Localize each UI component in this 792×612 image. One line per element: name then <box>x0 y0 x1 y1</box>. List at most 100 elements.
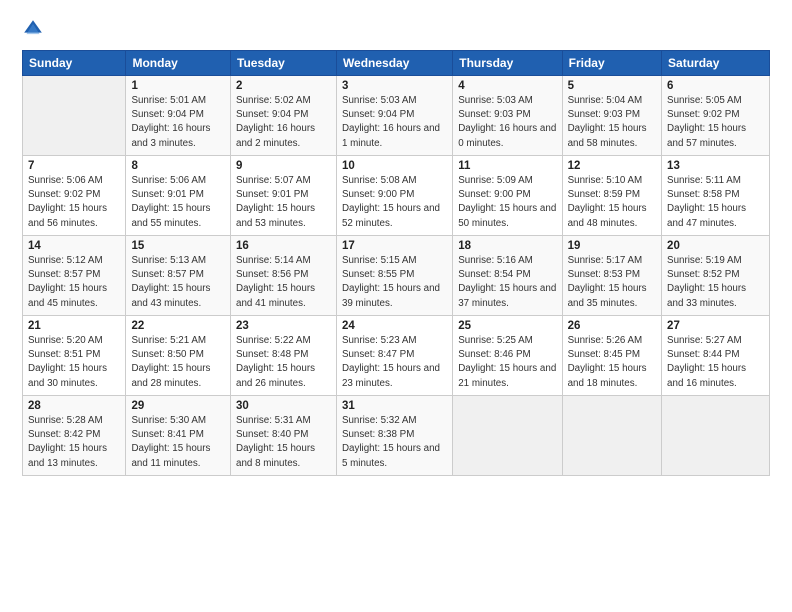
col-header-friday: Friday <box>562 51 661 76</box>
day-cell: 9Sunrise: 5:07 AMSunset: 9:01 PMDaylight… <box>231 156 337 236</box>
calendar-table: SundayMondayTuesdayWednesdayThursdayFrid… <box>22 50 770 476</box>
day-cell: 11 Sunrise: 5:09 AMSunset: 9:00 PMDayligh… <box>453 156 562 236</box>
col-header-saturday: Saturday <box>662 51 770 76</box>
day-cell: 5 Sunrise: 5:04 AMSunset: 9:03 PMDaylight… <box>562 76 661 156</box>
day-number: 1 <box>131 80 225 92</box>
day-number: 25 <box>458 320 556 332</box>
day-cell: 4 Sunrise: 5:03 AMSunset: 9:03 PMDaylight… <box>453 76 562 156</box>
day-cell: 17 Sunrise: 5:15 AMSunset: 8:55 PMDayligh… <box>336 236 452 316</box>
day-number: 10 <box>342 160 447 172</box>
day-cell: 19Sunrise: 5:17 AMSunset: 8:53 PMDayligh… <box>562 236 661 316</box>
calendar-header-row: SundayMondayTuesdayWednesdayThursdayFrid… <box>23 51 770 76</box>
day-detail: Sunrise: 5:16 AMSunset: 8:54 PMDaylight:… <box>458 254 556 311</box>
day-cell: 28 Sunrise: 5:28 AMSunset: 8:42 PMDayligh… <box>23 396 126 476</box>
day-cell: 27 Sunrise: 5:27 AMSunset: 8:44 PMDayligh… <box>662 316 770 396</box>
day-cell: 14 Sunrise: 5:12 AMSunset: 8:57 PMDayligh… <box>23 236 126 316</box>
day-cell <box>453 396 562 476</box>
week-row-2: 7Sunrise: 5:06 AMSunset: 9:02 PMDaylight… <box>23 156 770 236</box>
day-cell: 20 Sunrise: 5:19 AMSunset: 8:52 PMDayligh… <box>662 236 770 316</box>
day-detail: Sunrise: 5:02 AMSunset: 9:04 PMDaylight:… <box>236 94 331 151</box>
day-detail: Sunrise: 5:09 AMSunset: 9:00 PMDaylight:… <box>458 174 556 231</box>
day-number: 6 <box>667 80 764 92</box>
day-cell: 8Sunrise: 5:06 AMSunset: 9:01 PMDaylight… <box>126 156 231 236</box>
day-detail: Sunrise: 5:17 AMSunset: 8:53 PMDaylight:… <box>568 254 656 311</box>
day-detail: Sunrise: 5:32 AMSunset: 8:38 PMDaylight:… <box>342 414 447 471</box>
col-header-tuesday: Tuesday <box>231 51 337 76</box>
day-detail: Sunrise: 5:26 AMSunset: 8:45 PMDaylight:… <box>568 334 656 391</box>
day-cell: 25Sunrise: 5:25 AMSunset: 8:46 PMDayligh… <box>453 316 562 396</box>
day-cell: 10 Sunrise: 5:08 AMSunset: 9:00 PMDayligh… <box>336 156 452 236</box>
day-number: 4 <box>458 80 556 92</box>
day-cell: 3 Sunrise: 5:03 AMSunset: 9:04 PMDaylight… <box>336 76 452 156</box>
day-detail: Sunrise: 5:03 AMSunset: 9:03 PMDaylight:… <box>458 94 556 151</box>
day-number: 11 <box>458 160 556 172</box>
day-cell: 23 Sunrise: 5:22 AMSunset: 8:48 PMDayligh… <box>231 316 337 396</box>
header <box>22 18 770 40</box>
day-detail: Sunrise: 5:11 AMSunset: 8:58 PMDaylight:… <box>667 174 764 231</box>
day-detail: Sunrise: 5:07 AMSunset: 9:01 PMDaylight:… <box>236 174 331 231</box>
day-detail: Sunrise: 5:31 AMSunset: 8:40 PMDaylight:… <box>236 414 331 471</box>
day-number: 18 <box>458 240 556 252</box>
day-detail: Sunrise: 5:06 AMSunset: 9:02 PMDaylight:… <box>28 174 120 231</box>
day-cell: 7Sunrise: 5:06 AMSunset: 9:02 PMDaylight… <box>23 156 126 236</box>
day-number: 12 <box>568 160 656 172</box>
day-number: 17 <box>342 240 447 252</box>
week-row-5: 28 Sunrise: 5:28 AMSunset: 8:42 PMDayligh… <box>23 396 770 476</box>
day-number: 13 <box>667 160 764 172</box>
day-detail: Sunrise: 5:23 AMSunset: 8:47 PMDaylight:… <box>342 334 447 391</box>
day-detail: Sunrise: 5:19 AMSunset: 8:52 PMDaylight:… <box>667 254 764 311</box>
day-cell <box>23 76 126 156</box>
logo <box>22 18 48 40</box>
day-detail: Sunrise: 5:04 AMSunset: 9:03 PMDaylight:… <box>568 94 656 151</box>
day-number: 5 <box>568 80 656 92</box>
day-detail: Sunrise: 5:08 AMSunset: 9:00 PMDaylight:… <box>342 174 447 231</box>
logo-icon <box>22 18 44 40</box>
day-number: 20 <box>667 240 764 252</box>
day-number: 15 <box>131 240 225 252</box>
day-number: 24 <box>342 320 447 332</box>
day-number: 23 <box>236 320 331 332</box>
day-cell: 6Sunrise: 5:05 AMSunset: 9:02 PMDaylight… <box>662 76 770 156</box>
day-cell: 16 Sunrise: 5:14 AMSunset: 8:56 PMDayligh… <box>231 236 337 316</box>
day-number: 29 <box>131 400 225 412</box>
col-header-monday: Monday <box>126 51 231 76</box>
day-detail: Sunrise: 5:21 AMSunset: 8:50 PMDaylight:… <box>131 334 225 391</box>
day-detail: Sunrise: 5:12 AMSunset: 8:57 PMDaylight:… <box>28 254 120 311</box>
day-cell: 21 Sunrise: 5:20 AMSunset: 8:51 PMDayligh… <box>23 316 126 396</box>
day-cell: 15 Sunrise: 5:13 AMSunset: 8:57 PMDayligh… <box>126 236 231 316</box>
day-cell: 30Sunrise: 5:31 AMSunset: 8:40 PMDayligh… <box>231 396 337 476</box>
day-detail: Sunrise: 5:13 AMSunset: 8:57 PMDaylight:… <box>131 254 225 311</box>
day-detail: Sunrise: 5:03 AMSunset: 9:04 PMDaylight:… <box>342 94 447 151</box>
day-number: 2 <box>236 80 331 92</box>
week-row-3: 14 Sunrise: 5:12 AMSunset: 8:57 PMDayligh… <box>23 236 770 316</box>
day-cell: 12 Sunrise: 5:10 AMSunset: 8:59 PMDayligh… <box>562 156 661 236</box>
day-number: 3 <box>342 80 447 92</box>
day-number: 16 <box>236 240 331 252</box>
day-detail: Sunrise: 5:01 AMSunset: 9:04 PMDaylight:… <box>131 94 225 151</box>
week-row-4: 21 Sunrise: 5:20 AMSunset: 8:51 PMDayligh… <box>23 316 770 396</box>
col-header-wednesday: Wednesday <box>336 51 452 76</box>
day-number: 8 <box>131 160 225 172</box>
day-detail: Sunrise: 5:14 AMSunset: 8:56 PMDaylight:… <box>236 254 331 311</box>
day-detail: Sunrise: 5:22 AMSunset: 8:48 PMDaylight:… <box>236 334 331 391</box>
day-detail: Sunrise: 5:15 AMSunset: 8:55 PMDaylight:… <box>342 254 447 311</box>
day-detail: Sunrise: 5:10 AMSunset: 8:59 PMDaylight:… <box>568 174 656 231</box>
col-header-sunday: Sunday <box>23 51 126 76</box>
week-row-1: 1 Sunrise: 5:01 AMSunset: 9:04 PMDaylight… <box>23 76 770 156</box>
day-cell: 31Sunrise: 5:32 AMSunset: 8:38 PMDayligh… <box>336 396 452 476</box>
day-number: 28 <box>28 400 120 412</box>
day-detail: Sunrise: 5:28 AMSunset: 8:42 PMDaylight:… <box>28 414 120 471</box>
day-cell: 26 Sunrise: 5:26 AMSunset: 8:45 PMDayligh… <box>562 316 661 396</box>
day-number: 26 <box>568 320 656 332</box>
day-number: 21 <box>28 320 120 332</box>
day-cell: 24 Sunrise: 5:23 AMSunset: 8:47 PMDayligh… <box>336 316 452 396</box>
day-detail: Sunrise: 5:27 AMSunset: 8:44 PMDaylight:… <box>667 334 764 391</box>
day-number: 27 <box>667 320 764 332</box>
day-detail: Sunrise: 5:20 AMSunset: 8:51 PMDaylight:… <box>28 334 120 391</box>
day-number: 22 <box>131 320 225 332</box>
day-cell: 1 Sunrise: 5:01 AMSunset: 9:04 PMDaylight… <box>126 76 231 156</box>
day-cell <box>562 396 661 476</box>
day-number: 14 <box>28 240 120 252</box>
day-detail: Sunrise: 5:30 AMSunset: 8:41 PMDaylight:… <box>131 414 225 471</box>
col-header-thursday: Thursday <box>453 51 562 76</box>
